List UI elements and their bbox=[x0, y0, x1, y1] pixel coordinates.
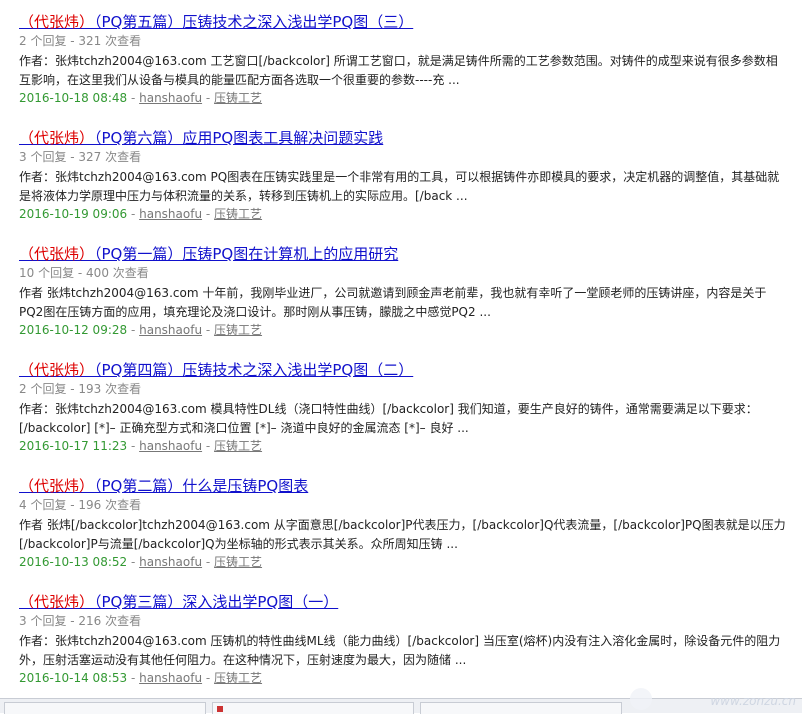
result-meta: 2016-10-17 11:23 - hanshaofu - 压铸工艺 bbox=[19, 438, 789, 455]
result-category-link[interactable]: 压铸工艺 bbox=[214, 91, 262, 105]
meta-separator: - bbox=[127, 671, 140, 685]
result-snippet: 作者 张炜tchzh2004@163.com 十年前，我刚毕业进厂，公司就邀请到… bbox=[19, 286, 767, 319]
meta-separator: - bbox=[127, 439, 140, 453]
result-meta: 2016-10-13 08:52 - hanshaofu - 压铸工艺 bbox=[19, 554, 789, 571]
result-title-highlight: （代张炜） bbox=[19, 129, 95, 147]
result-meta: 2016-10-18 08:48 - hanshaofu - 压铸工艺 bbox=[19, 90, 789, 107]
result-date: 2016-10-14 08:53 bbox=[19, 671, 128, 685]
taskbar-tab[interactable] bbox=[420, 702, 622, 714]
result-snippet: 作者：张炜tchzh2004@163.com 工艺窗口[/backcolor] … bbox=[19, 54, 778, 87]
app-icon bbox=[217, 706, 223, 712]
result-meta: 2016-10-14 08:53 - hanshaofu - 压铸工艺 bbox=[19, 670, 789, 687]
result-stats: 10 个回复 - 400 次查看 bbox=[19, 266, 149, 280]
meta-separator: - bbox=[127, 91, 140, 105]
result-title-text: （PQ第一篇）压铸PQ图在计算机上的应用研究 bbox=[94, 245, 399, 263]
result-title-highlight: （代张炜） bbox=[19, 361, 95, 379]
result-meta: 2016-10-12 09:28 - hanshaofu - 压铸工艺 bbox=[19, 322, 789, 339]
result-category-link[interactable]: 压铸工艺 bbox=[214, 207, 262, 221]
result-stats: 2 个回复 - 321 次查看 bbox=[19, 34, 142, 48]
watermark-logo-icon bbox=[630, 688, 652, 710]
result-author-link[interactable]: hanshaofu bbox=[139, 207, 202, 221]
result-title-text: （PQ第四篇）压铸技术之深入浅出学PQ图（二） bbox=[94, 361, 414, 379]
result-snippet: 作者：张炜tchzh2004@163.com 压铸机的特性曲线ML线（能力曲线）… bbox=[19, 634, 781, 667]
result-title-text: （PQ第二篇）什么是压铸PQ图表 bbox=[94, 477, 309, 495]
taskbar bbox=[0, 698, 802, 714]
result-snippet: 作者 张炜[/backcolor]tchzh2004@163.com 从字面意思… bbox=[19, 518, 786, 551]
result-snippet: 作者：张炜tchzh2004@163.com 模具特性DL线（浇口特性曲线）[/… bbox=[19, 402, 758, 435]
result-author-link[interactable]: hanshaofu bbox=[139, 671, 202, 685]
result-category-link[interactable]: 压铸工艺 bbox=[214, 555, 262, 569]
result-stats: 2 个回复 - 193 次查看 bbox=[19, 382, 142, 396]
watermark-text: www.zonzu.cn bbox=[710, 694, 796, 708]
meta-separator: - bbox=[202, 555, 215, 569]
result-item: （代张炜）（PQ第三篇）深入浅出学PQ图（一） 3 个回复 - 216 次查看 … bbox=[19, 592, 789, 687]
result-title-highlight: （代张炜） bbox=[19, 593, 95, 611]
result-category-link[interactable]: 压铸工艺 bbox=[214, 323, 262, 337]
result-title-highlight: （代张炜） bbox=[19, 245, 95, 263]
taskbar-tab[interactable] bbox=[4, 702, 206, 714]
result-stats: 3 个回复 - 327 次查看 bbox=[19, 150, 142, 164]
result-category-link[interactable]: 压铸工艺 bbox=[214, 671, 262, 685]
result-item: （代张炜）（PQ第二篇）什么是压铸PQ图表 4 个回复 - 196 次查看 作者… bbox=[19, 476, 789, 571]
result-title-text: （PQ第六篇）应用PQ图表工具解决问题实践 bbox=[94, 129, 384, 147]
result-date: 2016-10-18 08:48 bbox=[19, 91, 128, 105]
result-title-link[interactable]: （代张炜）（PQ第五篇）压铸技术之深入浅出学PQ图（三） bbox=[19, 12, 789, 32]
meta-separator: - bbox=[202, 207, 215, 221]
result-title-highlight: （代张炜） bbox=[19, 13, 95, 31]
result-snippet: 作者：张炜tchzh2004@163.com PQ图表在压铸实践里是一个非常有用… bbox=[19, 170, 780, 203]
result-title-highlight: （代张炜） bbox=[19, 477, 95, 495]
result-item: （代张炜）（PQ第四篇）压铸技术之深入浅出学PQ图（二） 2 个回复 - 193… bbox=[19, 360, 789, 455]
meta-separator: - bbox=[202, 91, 215, 105]
result-title-text: （PQ第三篇）深入浅出学PQ图（一） bbox=[94, 593, 339, 611]
result-stats: 3 个回复 - 216 次查看 bbox=[19, 614, 142, 628]
result-title-link[interactable]: （代张炜）（PQ第三篇）深入浅出学PQ图（一） bbox=[19, 592, 789, 612]
result-title-link[interactable]: （代张炜）（PQ第四篇）压铸技术之深入浅出学PQ图（二） bbox=[19, 360, 789, 380]
result-date: 2016-10-19 09:06 bbox=[19, 207, 128, 221]
result-author-link[interactable]: hanshaofu bbox=[139, 439, 202, 453]
result-title-text: （PQ第五篇）压铸技术之深入浅出学PQ图（三） bbox=[94, 13, 414, 31]
result-item: （代张炜）（PQ第一篇）压铸PQ图在计算机上的应用研究 10 个回复 - 400… bbox=[19, 244, 789, 339]
meta-separator: - bbox=[127, 323, 140, 337]
result-author-link[interactable]: hanshaofu bbox=[139, 323, 202, 337]
meta-separator: - bbox=[202, 439, 215, 453]
meta-separator: - bbox=[127, 555, 140, 569]
result-date: 2016-10-12 09:28 bbox=[19, 323, 128, 337]
result-item: （代张炜）（PQ第五篇）压铸技术之深入浅出学PQ图（三） 2 个回复 - 321… bbox=[19, 12, 789, 107]
result-date: 2016-10-13 08:52 bbox=[19, 555, 128, 569]
taskbar-tab[interactable] bbox=[212, 702, 414, 714]
result-title-link[interactable]: （代张炜）（PQ第二篇）什么是压铸PQ图表 bbox=[19, 476, 789, 496]
result-title-link[interactable]: （代张炜）（PQ第一篇）压铸PQ图在计算机上的应用研究 bbox=[19, 244, 789, 264]
result-meta: 2016-10-19 09:06 - hanshaofu - 压铸工艺 bbox=[19, 206, 789, 223]
result-author-link[interactable]: hanshaofu bbox=[139, 555, 202, 569]
meta-separator: - bbox=[202, 671, 215, 685]
meta-separator: - bbox=[127, 207, 140, 221]
result-date: 2016-10-17 11:23 bbox=[19, 439, 128, 453]
result-category-link[interactable]: 压铸工艺 bbox=[214, 439, 262, 453]
result-author-link[interactable]: hanshaofu bbox=[139, 91, 202, 105]
result-stats: 4 个回复 - 196 次查看 bbox=[19, 498, 142, 512]
result-item: （代张炜）（PQ第六篇）应用PQ图表工具解决问题实践 3 个回复 - 327 次… bbox=[19, 128, 789, 223]
result-title-link[interactable]: （代张炜）（PQ第六篇）应用PQ图表工具解决问题实践 bbox=[19, 128, 789, 148]
meta-separator: - bbox=[202, 323, 215, 337]
